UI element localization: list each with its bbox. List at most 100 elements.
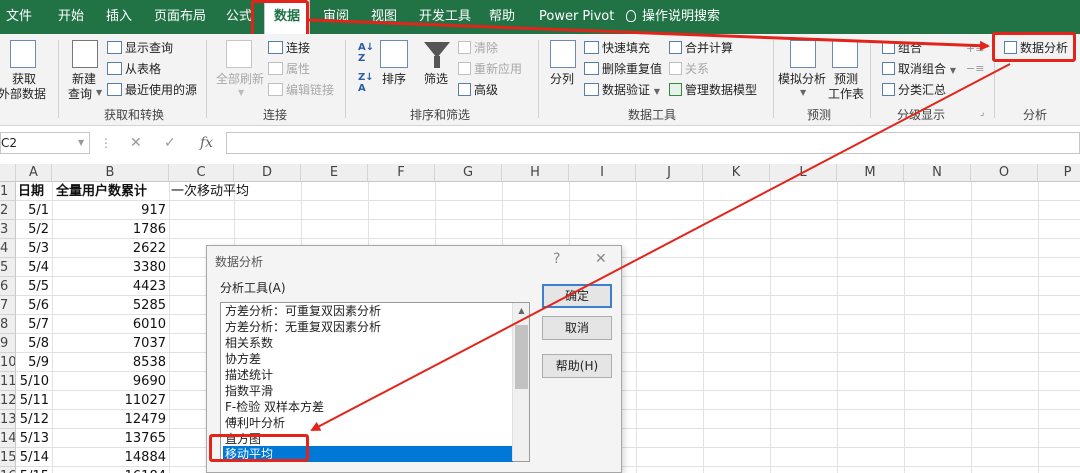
cell-date[interactable]: 5/2 xyxy=(16,220,52,239)
column-header[interactable]: D xyxy=(234,164,301,182)
row-header[interactable]: 4 xyxy=(0,239,16,258)
chevron-down-icon[interactable]: ▼ xyxy=(78,132,84,154)
consolidate-button[interactable]: 合并计算 xyxy=(669,39,733,56)
column-header[interactable]: J xyxy=(636,164,703,182)
cell-date[interactable]: 5/6 xyxy=(16,296,52,315)
column-header[interactable]: O xyxy=(971,164,1038,182)
tab-file[interactable]: 文件 xyxy=(6,0,32,34)
cell-date[interactable]: 5/4 xyxy=(16,258,52,277)
cell-users[interactable]: 11027 xyxy=(52,391,169,410)
column-header[interactable]: G xyxy=(435,164,502,182)
cell-date[interactable]: 5/3 xyxy=(16,239,52,258)
enter-icon[interactable]: ✓ xyxy=(164,132,176,154)
tab-power-pivot[interactable]: Power Pivot xyxy=(539,0,614,34)
cell-header-users[interactable]: 全量用户数累计 xyxy=(56,182,168,201)
reapply-button[interactable]: 重新应用 xyxy=(458,60,522,77)
cell-users[interactable]: 1786 xyxy=(52,220,169,239)
dialog-launcher-icon[interactable]: ⌟ xyxy=(980,108,984,118)
row-header[interactable]: 7 xyxy=(0,296,16,315)
tab-page-layout[interactable]: 页面布局 xyxy=(154,0,206,34)
column-header[interactable]: I xyxy=(569,164,636,182)
cell-date[interactable]: 5/11 xyxy=(16,391,52,410)
column-header[interactable]: F xyxy=(368,164,435,182)
tell-me-search[interactable]: 操作说明搜索 xyxy=(626,0,720,34)
column-header[interactable]: E xyxy=(301,164,368,182)
column-header[interactable]: P xyxy=(1038,164,1080,182)
cancel-icon[interactable]: ✕ xyxy=(130,132,142,154)
name-box[interactable]: C2 xyxy=(0,132,90,154)
list-item[interactable]: 相关系数 xyxy=(223,335,513,351)
tab-insert[interactable]: 插入 xyxy=(106,0,132,34)
cell-users[interactable]: 5285 xyxy=(52,296,169,315)
clear-button[interactable]: 清除 xyxy=(458,39,498,56)
cell-users[interactable]: 16184 xyxy=(52,467,169,473)
list-item[interactable]: 傅利叶分析 xyxy=(223,415,513,431)
list-scrollbar[interactable]: ▲ xyxy=(512,303,529,461)
row-header[interactable]: 3 xyxy=(0,220,16,239)
column-header[interactable]: C xyxy=(169,164,234,182)
recent-sources-button[interactable]: 最近使用的源 xyxy=(107,81,197,98)
cell-users[interactable]: 4423 xyxy=(52,277,169,296)
cell-users[interactable]: 917 xyxy=(52,201,169,220)
list-item[interactable]: 方差分析：无重复双因素分析 xyxy=(223,319,513,335)
column-header[interactable]: M xyxy=(837,164,904,182)
cell-date[interactable]: 5/12 xyxy=(16,410,52,429)
flash-fill-button[interactable]: 快速填充 xyxy=(584,39,650,56)
row-header[interactable]: 5 xyxy=(0,258,16,277)
cell-date[interactable]: 5/8 xyxy=(16,334,52,353)
column-header[interactable]: A xyxy=(16,164,52,182)
cell-users[interactable]: 3380 xyxy=(52,258,169,277)
row-header[interactable]: 11 xyxy=(0,372,16,391)
row-header[interactable]: 1 xyxy=(0,182,16,201)
cell-date[interactable]: 5/5 xyxy=(16,277,52,296)
row-header[interactable]: 8 xyxy=(0,315,16,334)
select-all-corner[interactable] xyxy=(0,164,16,182)
tab-developer[interactable]: 开发工具 xyxy=(419,0,471,34)
column-header[interactable]: N xyxy=(904,164,971,182)
connections-button[interactable]: 连接 xyxy=(268,39,310,56)
subtotal-button[interactable]: 分类汇总 xyxy=(882,81,946,98)
cell-header-date[interactable]: 日期 xyxy=(18,182,52,201)
list-item[interactable]: F-检验 双样本方差 xyxy=(223,399,513,415)
show-query-button[interactable]: 显示查询 xyxy=(107,39,173,56)
tab-help[interactable]: 帮助 xyxy=(489,0,515,34)
row-header[interactable]: 12 xyxy=(0,391,16,410)
help-icon[interactable]: ? xyxy=(553,251,560,267)
data-validation-button[interactable]: 数据验证 ▼ xyxy=(584,81,660,98)
cell-header-moving-average[interactable]: 一次移动平均 xyxy=(171,182,291,201)
cell-date[interactable]: 5/1 xyxy=(16,201,52,220)
cell-date[interactable]: 5/7 xyxy=(16,315,52,334)
row-header[interactable]: 10 xyxy=(0,353,16,372)
row-header[interactable]: 13 xyxy=(0,410,16,429)
list-item[interactable]: 指数平滑 xyxy=(223,383,513,399)
cell-users[interactable]: 6010 xyxy=(52,315,169,334)
advanced-filter-button[interactable]: 高级 xyxy=(458,81,498,98)
from-table-button[interactable]: 从表格 xyxy=(107,60,161,77)
ok-button[interactable]: 确定 xyxy=(542,284,612,308)
manage-data-model-button[interactable]: 管理数据模型 xyxy=(669,81,757,98)
cell-users[interactable]: 8538 xyxy=(52,353,169,372)
cell-date[interactable]: 5/15 xyxy=(16,467,52,473)
close-icon[interactable]: ✕ xyxy=(595,251,607,267)
relationships-button[interactable]: 关系 xyxy=(669,60,709,77)
cell-users[interactable]: 2622 xyxy=(52,239,169,258)
column-header[interactable]: B xyxy=(52,164,169,182)
column-header[interactable]: L xyxy=(770,164,837,182)
cancel-button[interactable]: 取消 xyxy=(542,316,612,340)
tab-review[interactable]: 审阅 xyxy=(323,0,349,34)
row-header[interactable]: 6 xyxy=(0,277,16,296)
tab-home[interactable]: 开始 xyxy=(58,0,84,34)
cell-date[interactable]: 5/9 xyxy=(16,353,52,372)
help-button[interactable]: 帮助(H) xyxy=(542,354,612,378)
cell-users[interactable]: 13765 xyxy=(52,429,169,448)
cell-date[interactable]: 5/13 xyxy=(16,429,52,448)
scroll-up-icon[interactable]: ▲ xyxy=(513,303,530,319)
tab-view[interactable]: 视图 xyxy=(371,0,397,34)
row-header[interactable]: 14 xyxy=(0,429,16,448)
cell-users[interactable]: 9690 xyxy=(52,372,169,391)
hide-detail-icon[interactable]: −≡ xyxy=(966,62,984,75)
list-item[interactable]: 方差分析：可重复双因素分析 xyxy=(223,303,513,319)
sort-az-button[interactable]: A↓ Z xyxy=(358,42,374,64)
remove-duplicates-button[interactable]: 删除重复值 xyxy=(584,60,662,77)
cell-date[interactable]: 5/14 xyxy=(16,448,52,467)
